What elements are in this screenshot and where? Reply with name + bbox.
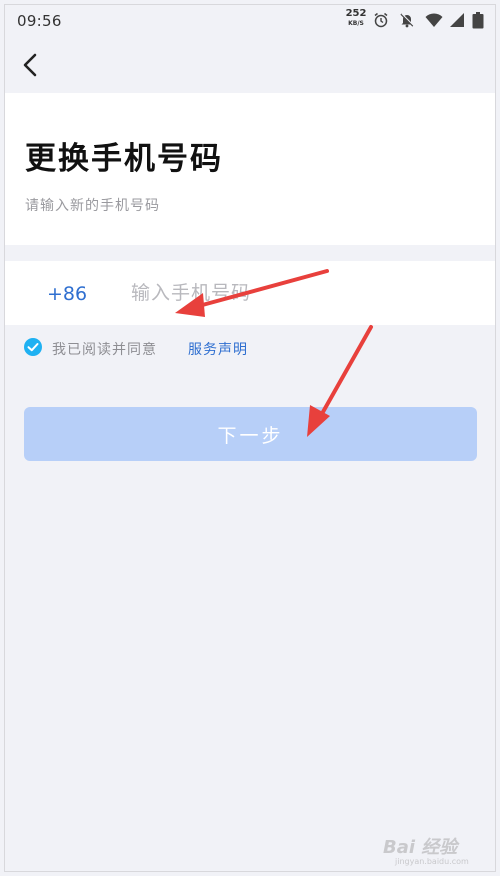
back-button[interactable] <box>19 51 43 79</box>
baidu-watermark: Bai 经验 jingyan.baidu.com <box>383 823 493 871</box>
status-bar: 09:56 252 KB/S <box>5 5 495 35</box>
status-time: 09:56 <box>17 12 62 30</box>
header-card: 更换手机号码 请输入新的手机号码 <box>5 93 495 245</box>
page-title: 更换手机号码 <box>25 141 223 177</box>
network-speed-unit: KB/S <box>348 20 364 27</box>
agreement-checkbox[interactable] <box>24 338 42 356</box>
wifi-icon <box>425 13 443 27</box>
phone-number-input[interactable] <box>131 275 471 311</box>
checkmark-icon <box>27 343 39 352</box>
app-screen: 09:56 252 KB/S 更换手机号码 请输入新的手机号码 +86 输入手机… <box>4 4 496 872</box>
network-speed: 252 KB/S <box>345 9 367 29</box>
network-speed-value: 252 <box>345 8 367 19</box>
battery-icon <box>472 12 484 29</box>
watermark-text: Bai 经验 <box>383 837 458 858</box>
chevron-left-icon <box>23 53 37 77</box>
service-statement-link[interactable]: 服务声明 <box>188 339 248 359</box>
alarm-icon <box>374 12 388 28</box>
phone-input-row: +86 <box>5 261 495 325</box>
signal-icon <box>450 13 464 27</box>
watermark-url: jingyan.baidu.com <box>395 857 469 866</box>
next-step-button[interactable]: 下一步 <box>24 407 477 461</box>
country-code-selector[interactable]: +86 <box>47 283 87 305</box>
agreement-text: 我已阅读并同意 <box>52 342 157 358</box>
navigation-bar <box>5 35 495 93</box>
page-subtitle: 请输入新的手机号码 <box>25 198 160 214</box>
notifications-off-icon <box>400 13 415 28</box>
